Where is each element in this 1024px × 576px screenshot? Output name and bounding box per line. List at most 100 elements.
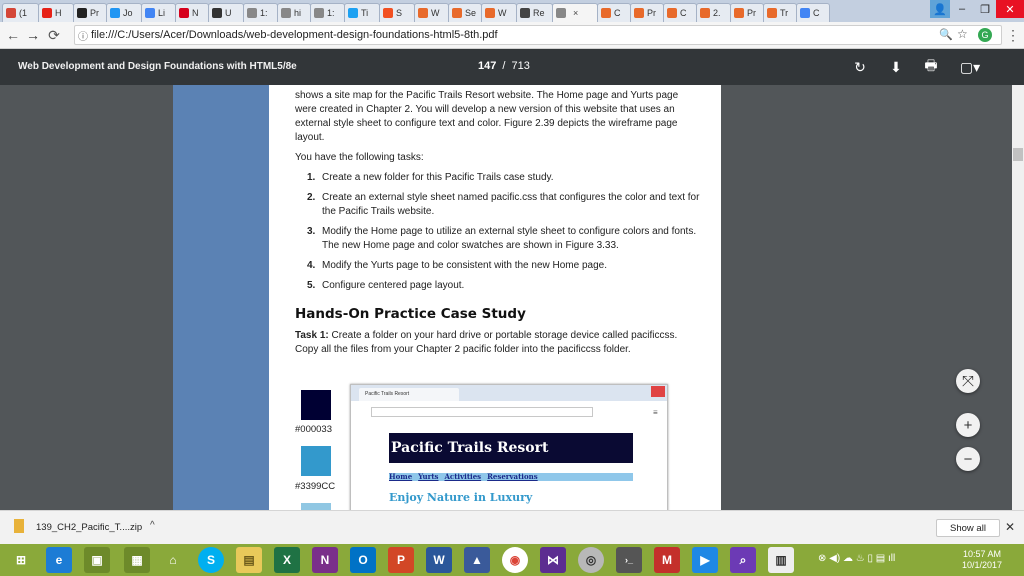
fit-page-button[interactable]: ⤧ (956, 369, 980, 393)
figure-browser-screenshot: Pacific Trails Resort ≡ Pacific Trails R… (350, 384, 668, 510)
browser-tab[interactable]: Tr (763, 3, 797, 22)
store-icon[interactable]: ▣ (84, 547, 110, 573)
malwarebytes-icon[interactable]: M (654, 547, 680, 573)
task-text: Modify the Yurts page to be consistent w… (322, 260, 607, 271)
download-item[interactable]: 139_CH2_Pacific_T....zip (36, 522, 142, 533)
tab-label: 1: (260, 8, 268, 18)
minimize-button[interactable]: – (950, 0, 974, 18)
print-icon[interactable]: 🖶 (921, 57, 941, 77)
gmail-icon (6, 8, 16, 18)
reload-button[interactable]: ⟳ (45, 25, 63, 45)
skype-icon[interactable]: S (198, 547, 224, 573)
download-bar: 139_CH2_Pacific_T....zip ^ Show all ✕ (0, 510, 1024, 545)
bookmark-menu-icon[interactable]: ▢▾ (956, 57, 984, 77)
forward-button[interactable]: → (24, 25, 42, 45)
visual-studio-icon[interactable]: ⋈ (540, 547, 566, 573)
task1-label: Task 1: (295, 330, 329, 341)
browser-tab[interactable]: Li (141, 3, 176, 22)
browser-tab[interactable]: H (38, 3, 74, 22)
tab-label: U (225, 8, 232, 18)
chrome-icon[interactable]: ◉ (502, 547, 528, 573)
tab-label: Jo (123, 8, 133, 18)
swatch-label: #3399CC (295, 481, 336, 492)
browser-tab[interactable]: S (379, 3, 415, 22)
back-button[interactable]: ← (4, 25, 22, 45)
chegg-icon (601, 8, 611, 18)
media-icon[interactable]: ◎ (578, 547, 604, 573)
tab-label: 1: (327, 8, 335, 18)
close-window-button[interactable]: ✕ (996, 0, 1024, 18)
zip-file-icon (14, 519, 24, 533)
zoom-in-button[interactable]: + (956, 413, 980, 437)
browser-tab[interactable]: (1 (2, 3, 39, 22)
microsoft-icon (383, 8, 393, 18)
browser-tab[interactable]: Se (448, 3, 482, 22)
home-icon[interactable]: ⌂ (160, 547, 186, 573)
download-icon[interactable]: ⬇ (886, 57, 906, 77)
task-manager-icon[interactable]: ▥ (768, 547, 794, 573)
internet-explorer-icon[interactable]: e (46, 547, 72, 573)
info-icon[interactable]: ⓘ (78, 28, 88, 43)
task-text: Modify the Home page to utilize an exter… (322, 226, 697, 237)
task1-line2: Copy all the files from your Chapter 2 p… (295, 344, 631, 355)
browser-tab[interactable]: Re (516, 3, 553, 22)
rotate-icon[interactable]: ↻ (850, 57, 870, 77)
address-bar[interactable]: ⓘ file:///C:/Users/Acer/Downloads/web-de… (74, 25, 1002, 45)
extension-icon[interactable]: G (978, 28, 992, 42)
word-icon[interactable]: W (426, 547, 452, 573)
browser-tab[interactable]: W (414, 3, 449, 22)
browser-tab[interactable]: hi (277, 3, 311, 22)
restore-button[interactable]: ❐ (974, 0, 996, 18)
twitter-icon (348, 8, 358, 18)
browser-tab[interactable]: C (597, 3, 631, 22)
color-swatch (301, 390, 331, 420)
search-icon[interactable]: ⌕ (730, 547, 756, 573)
browser-tab[interactable]: 2. (696, 3, 731, 22)
browser-tab[interactable]: C (796, 3, 830, 22)
tray-icons[interactable]: ⊗ ◀) ☁ ♨ ▯ ▤ ıll (818, 553, 895, 564)
browser-tab[interactable]: 1: (310, 3, 345, 22)
zoom-icon[interactable]: 🔍 (939, 28, 953, 41)
clock-time: 10:57 AM (963, 549, 1002, 559)
browser-tab[interactable]: Ti (344, 3, 380, 22)
bookmark-star-icon[interactable]: ☆ (957, 27, 968, 41)
excel-icon[interactable]: X (274, 547, 300, 573)
browser-tab[interactable]: 1: (243, 3, 278, 22)
page-icon (556, 8, 566, 18)
browser-tab[interactable]: Pr (630, 3, 664, 22)
browser-tab[interactable]: N (175, 3, 209, 22)
browser-tab[interactable]: × (552, 3, 598, 22)
browser-tab[interactable]: Jo (106, 3, 142, 22)
bing-icon (520, 8, 530, 18)
system-clock[interactable]: 10:57 AM 10/1/2017 (962, 549, 1002, 571)
tab-label: W (498, 8, 507, 18)
browser-tab[interactable]: W (481, 3, 517, 22)
browser-tab[interactable]: Pr (730, 3, 764, 22)
tab-label: C (680, 8, 687, 18)
profile-icon[interactable]: 👤 (930, 0, 950, 18)
show-all-button[interactable]: Show all (936, 519, 1000, 537)
notes-icon[interactable]: ▤ (236, 547, 262, 573)
scrollbar-thumb[interactable] (1013, 148, 1023, 161)
media-player-icon[interactable]: ▶ (692, 547, 718, 573)
zoom-out-button[interactable]: − (956, 447, 980, 471)
browser-tab[interactable]: Pr (73, 3, 107, 22)
calculator-icon[interactable]: ▦ (124, 547, 150, 573)
tab-label: Li (158, 8, 166, 18)
chevron-up-icon[interactable]: ^ (150, 520, 155, 531)
powerpoint-icon[interactable]: P (388, 547, 414, 573)
task-number: 3. (307, 226, 316, 237)
browser-tab[interactable]: C (663, 3, 697, 22)
menu-icon[interactable]: ⋮ (1004, 25, 1022, 45)
browser-tab[interactable]: U (208, 3, 244, 22)
browser-toolbar: ← → ⟳ ⓘ file:///C:/Users/Acer/Downloads/… (0, 22, 1024, 49)
close-download-bar-icon[interactable]: ✕ (1005, 520, 1015, 534)
windows-start-icon[interactable]: ⊞ (8, 547, 34, 573)
current-page-field[interactable]: 147 (478, 60, 496, 72)
terminal-icon[interactable]: ›_ (616, 547, 642, 573)
outlook-icon[interactable]: O (350, 547, 376, 573)
tab-label: N (192, 8, 199, 18)
onenote-icon[interactable]: N (312, 547, 338, 573)
close-tab-icon[interactable]: × (573, 8, 578, 18)
photos-icon[interactable]: ▲ (464, 547, 490, 573)
